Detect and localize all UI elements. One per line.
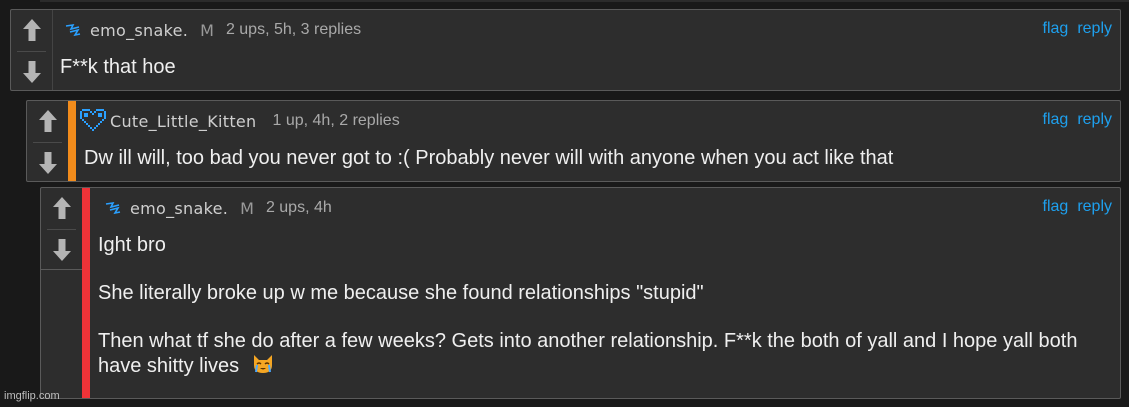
comment-text: Dw ill will, too bad you never got to :(… <box>84 147 894 169</box>
mod-badge: M <box>200 20 214 40</box>
comment-2: Cute_Little_Kitten 1 up, 4h, 2 replies f… <box>26 100 1121 182</box>
comment-body: Cute_Little_Kitten 1 up, 4h, 2 replies f… <box>68 101 1120 181</box>
reply-link[interactable]: reply <box>1077 20 1112 38</box>
vote-box <box>27 101 69 181</box>
downvote-button[interactable] <box>11 54 53 90</box>
comment-meta: 1 up, 4h, 2 replies <box>272 112 400 129</box>
username[interactable]: emo_snake. <box>90 21 188 40</box>
arrow-down-icon <box>39 152 57 174</box>
comment-text: Ight bro She literally broke up w me bec… <box>98 233 1108 381</box>
crying-cat-emoji <box>251 353 275 381</box>
top-divider <box>40 0 1129 2</box>
thread-stripe <box>82 188 90 398</box>
lightning-icon <box>104 201 122 215</box>
flag-link[interactable]: flag <box>1043 20 1069 38</box>
paragraph: Then what tf she do after a few weeks? G… <box>98 330 1078 377</box>
downvote-button[interactable] <box>41 232 83 268</box>
reply-link[interactable]: reply <box>1077 111 1112 129</box>
arrow-up-icon <box>39 110 57 132</box>
watermark: imgflip.com <box>4 390 60 402</box>
comment-body: emo_snake. M 2 ups, 5h, 3 replies flag r… <box>54 10 1120 90</box>
vote-box <box>11 10 53 90</box>
downvote-button[interactable] <box>27 145 69 181</box>
arrow-down-icon <box>53 239 71 261</box>
vote-box <box>41 188 83 270</box>
comment-actions: flag reply <box>1043 20 1112 38</box>
comment-actions: flag reply <box>1043 111 1112 129</box>
comment-meta: 2 ups, 4h <box>265 199 332 216</box>
upvote-button[interactable] <box>27 103 69 139</box>
comment-meta: 2 ups, 5h, 3 replies <box>225 21 362 38</box>
comment-actions: flag reply <box>1043 198 1112 216</box>
paragraph: She literally broke up w me because she … <box>98 282 704 304</box>
lightning-icon <box>64 23 82 37</box>
arrow-down-icon <box>23 61 41 83</box>
comment-1: emo_snake. M 2 ups, 5h, 3 replies flag r… <box>10 9 1121 91</box>
comment-header: Cute_Little_Kitten 1 up, 4h, 2 replies <box>80 109 400 133</box>
flag-link[interactable]: flag <box>1043 111 1069 129</box>
comment-header: emo_snake. M 2 ups, 4h <box>104 197 332 219</box>
comment-body: emo_snake. M 2 ups, 4h flag reply Ight b… <box>82 188 1120 398</box>
comment-3: emo_snake. M 2 ups, 4h flag reply Ight b… <box>40 187 1121 399</box>
pixel-heart-icon <box>80 109 106 133</box>
upvote-button[interactable] <box>11 12 53 48</box>
paragraph: Ight bro <box>98 234 166 256</box>
username[interactable]: emo_snake. <box>130 199 228 218</box>
flag-link[interactable]: flag <box>1043 198 1069 216</box>
username[interactable]: Cute_Little_Kitten <box>110 112 257 131</box>
comment-header: emo_snake. M 2 ups, 5h, 3 replies <box>64 19 361 41</box>
upvote-button[interactable] <box>41 190 83 226</box>
comment-text: F**k that hoe <box>60 56 176 78</box>
mod-badge: M <box>240 198 254 218</box>
arrow-up-icon <box>53 197 71 219</box>
arrow-up-icon <box>23 19 41 41</box>
reply-link[interactable]: reply <box>1077 198 1112 216</box>
thread-stripe <box>68 101 76 181</box>
